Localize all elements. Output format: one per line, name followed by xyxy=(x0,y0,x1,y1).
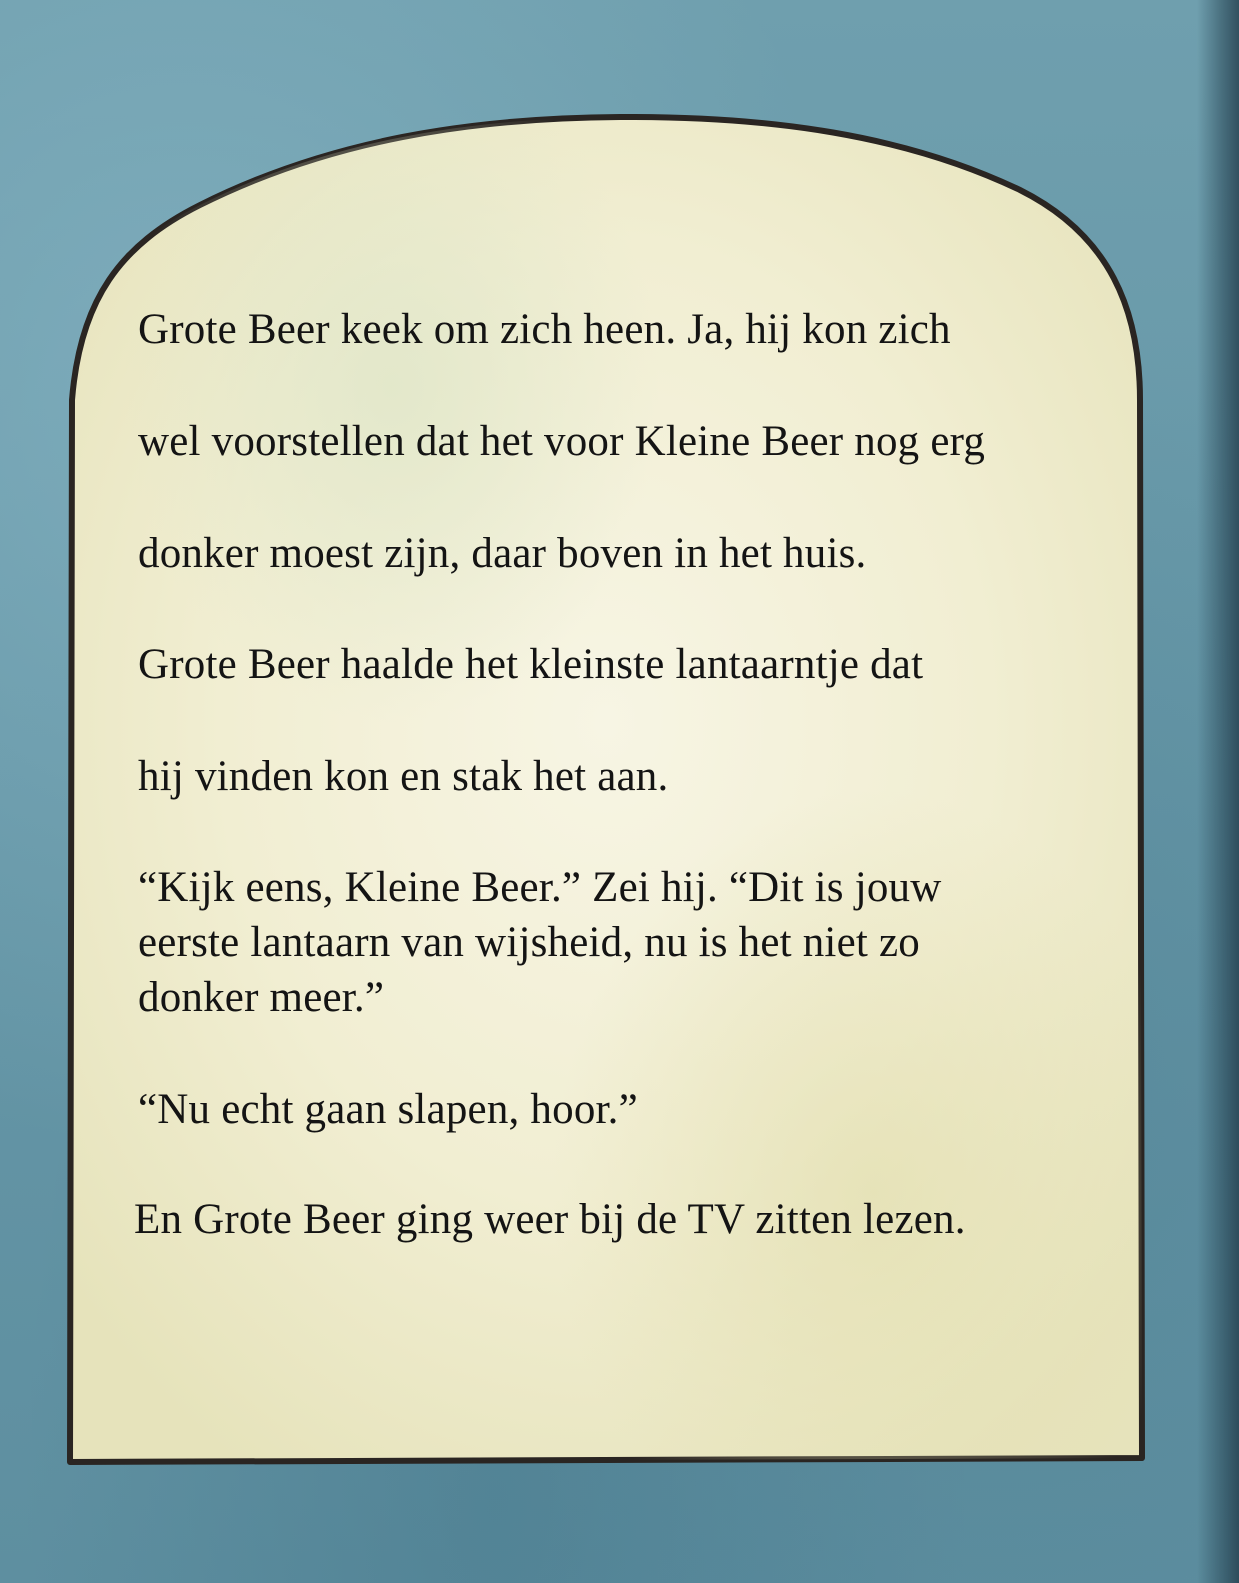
story-line: hij vinden kon en stak het aan. xyxy=(138,753,669,800)
story-line: eerste lantaarn van wijsheid, nu is het … xyxy=(138,919,920,966)
story-line: Grote Beer haalde het kleinste lantaarnt… xyxy=(138,641,924,688)
story-line: Grote Beer keek om zich heen. Ja, hij ko… xyxy=(138,306,951,353)
story-line: donker meer.” xyxy=(138,974,385,1021)
story-line: En Grote Beer ging weer bij de TV zitten… xyxy=(134,1196,966,1243)
story-line: donker moest zijn, daar boven in het hui… xyxy=(138,530,867,577)
story-line: wel voorstellen dat het voor Kleine Beer… xyxy=(138,418,986,465)
story-line: “Nu echt gaan slapen, hoor.” xyxy=(138,1086,638,1133)
story-line: “Kijk eens, Kleine Beer.” Zei hij. “Dit … xyxy=(138,864,942,911)
